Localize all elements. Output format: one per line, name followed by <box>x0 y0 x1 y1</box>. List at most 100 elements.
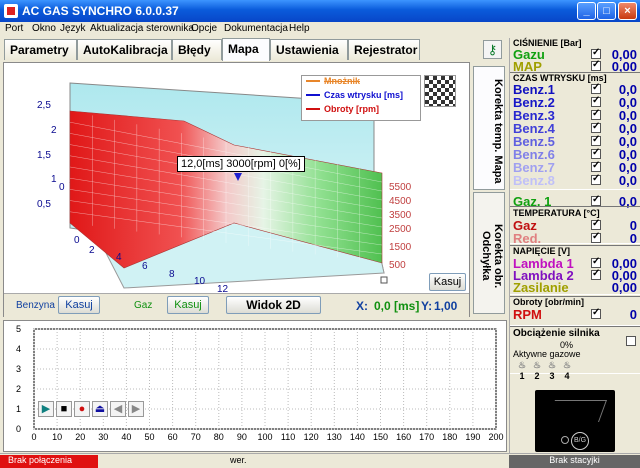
rpm-checkbox[interactable] <box>591 307 601 319</box>
lambda2-checkbox[interactable] <box>591 268 601 280</box>
minimize-button[interactable]: _ <box>577 2 596 20</box>
menu-help[interactable]: Help <box>289 23 310 34</box>
injector-num: 3 <box>549 371 555 381</box>
back-icon[interactable]: ◀ <box>110 401 126 417</box>
gaz-label: Gaz <box>134 300 153 311</box>
benz-checkbox[interactable] <box>591 134 601 146</box>
z-tick: 1,5 <box>37 150 51 161</box>
x-tick: 10 <box>194 276 206 287</box>
x-tick-label: 80 <box>214 432 224 442</box>
player-controls: ▶ ■ ● ⏏ ◀ ▶ <box>38 401 144 419</box>
chart-legend: Mnożnik Czas wtrysku [ms] Obroty [rpm] <box>301 75 421 121</box>
benz-checkbox[interactable] <box>591 95 601 107</box>
menu-dokumentacja[interactable]: Dokumentacja <box>224 23 288 34</box>
injector-num: 2 <box>534 371 540 381</box>
y-tick: 4500 <box>389 196 412 207</box>
z-tick: 0 <box>59 182 65 193</box>
ignition-status: Brak stacyjki <box>509 455 640 468</box>
y-coord-value: 1,00 <box>434 299 458 313</box>
rpm-label: RPM <box>513 307 542 322</box>
benz-checkbox[interactable] <box>591 121 601 133</box>
x-tick-label: 90 <box>237 432 247 442</box>
injector-icon: ♨ 1 <box>517 360 527 381</box>
zasilanie-row: Zasilanie 0,00 <box>513 280 639 295</box>
benz-checkbox[interactable] <box>591 160 601 172</box>
benz-row: Benz.8 0,0 <box>513 173 639 188</box>
map-checkbox[interactable] <box>591 59 601 71</box>
x-tick-label: 30 <box>98 432 108 442</box>
benz-checkbox[interactable] <box>591 173 601 185</box>
aktywne-heading: Aktywne gazowe <box>513 349 581 359</box>
tab-mapa[interactable]: Mapa <box>222 38 270 61</box>
gas-switch-image[interactable]: B/G <box>535 390 615 452</box>
benz-checkbox[interactable] <box>591 108 601 120</box>
menu-aktualizacja[interactable]: Aktualizacja sterownika <box>90 23 194 34</box>
y-coord-label: Y: <box>421 299 433 313</box>
gaz1-checkbox[interactable] <box>591 194 601 206</box>
x-coord-label: X: <box>356 299 368 313</box>
play-icon[interactable]: ▶ <box>38 401 54 417</box>
benzyna-label: Benzyna <box>16 300 55 311</box>
benz-label: Benz.8 <box>513 173 555 188</box>
recorder-chart[interactable]: 0 10 20 30 40 50 60 70 80 90 100 110 120 130 140 150 160… <box>4 321 506 451</box>
obciazenie-checkbox[interactable] <box>626 336 636 346</box>
x-tick: 6 <box>142 261 148 272</box>
tab-korekta-obr-odchylka[interactable]: Korekta obr. Odchyłka <box>473 192 505 314</box>
maximize-button[interactable]: □ <box>597 2 616 20</box>
widok-2d-button[interactable]: Widok 2D <box>226 296 321 314</box>
rpm-row: RPM 0 <box>513 307 639 322</box>
corner-handle[interactable] <box>380 276 388 284</box>
x-tick-label: 60 <box>168 432 178 442</box>
temp-red-checkbox[interactable] <box>591 231 601 243</box>
x-tick: 4 <box>116 252 122 263</box>
kasuj-gaz-button[interactable]: Kasuj <box>167 296 209 314</box>
benz-checkbox[interactable] <box>591 82 601 94</box>
x-tick-label: 40 <box>121 432 131 442</box>
forward-icon[interactable]: ▶ <box>128 401 144 417</box>
indicator-led <box>561 436 569 444</box>
benz-value: 0,0 <box>618 173 637 188</box>
gazu-checkbox[interactable] <box>591 47 601 59</box>
y-tick-label: 3 <box>16 364 21 374</box>
z-tick: 0,5 <box>37 199 51 210</box>
kasuj-benzyna-button[interactable]: Kasuj <box>58 296 100 314</box>
lambda1-checkbox[interactable] <box>591 256 601 268</box>
version-label: wer. <box>230 455 247 465</box>
zasilanie-value: 0,00 <box>611 280 637 295</box>
tab-bledy[interactable]: Błędy <box>172 39 222 60</box>
menu-opcje[interactable]: Opcje <box>191 23 217 34</box>
menu-okno[interactable]: Okno <box>32 23 56 34</box>
tab-korekta-temp-mapa[interactable]: Korekta temp. Mapa <box>473 66 505 190</box>
tab-autokalibracja[interactable]: AutoKalibracja <box>77 39 172 60</box>
x-tick-label: 0 <box>31 432 36 442</box>
sensor-panel: CIŚNIENIE [Bar] Gazu0,00 MAP0,00 CZAS WT… <box>509 38 640 453</box>
x-tick-label: 120 <box>304 432 319 442</box>
tab-ustawienia[interactable]: Ustawienia <box>270 39 348 60</box>
recorder-panel: 0 10 20 30 40 50 60 70 80 90 100 110 120 130 140 150 160… <box>3 320 507 452</box>
tab-rejestrator[interactable]: Rejestrator <box>348 39 420 60</box>
record-icon[interactable]: ● <box>74 401 90 417</box>
stop-icon[interactable]: ■ <box>56 401 72 417</box>
temp-red-label: Red. <box>513 231 542 246</box>
benz-checkbox[interactable] <box>591 147 601 159</box>
x-tick-label: 200 <box>488 432 503 442</box>
connection-status: Brak połączenia <box>0 455 98 468</box>
zasilanie-label: Zasilanie <box>513 280 569 295</box>
settings-tool-icon[interactable]: ⚷ <box>483 40 502 59</box>
tab-parametry[interactable]: Parametry <box>4 39 77 60</box>
temp-gaz-checkbox[interactable] <box>591 218 601 230</box>
app-icon <box>4 4 18 18</box>
eject-icon[interactable]: ⏏ <box>92 401 108 417</box>
x-coord-value: 0,0 [ms] <box>374 299 420 313</box>
kasuj-chart-button[interactable]: Kasuj <box>429 273 466 291</box>
menu-jezyk[interactable]: Język <box>60 23 86 34</box>
close-button[interactable]: × <box>618 2 637 20</box>
x-tick-label: 50 <box>144 432 154 442</box>
x-tick-label: 110 <box>281 432 295 442</box>
y-tick: 2500 <box>389 224 412 235</box>
menu-port[interactable]: Port <box>5 23 23 34</box>
x-tick-label: 160 <box>396 432 411 442</box>
checkered-flag-icon[interactable] <box>424 75 456 107</box>
legend-swatch <box>306 80 320 82</box>
legend-item: Mnożnik <box>324 76 360 86</box>
